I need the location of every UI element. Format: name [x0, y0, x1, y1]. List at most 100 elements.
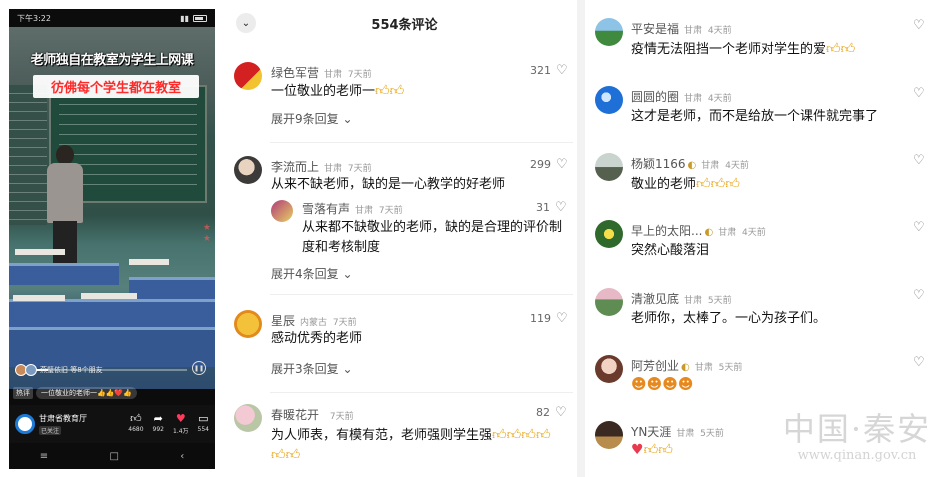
- heart-button[interactable]: ♥ 1.4万: [173, 413, 189, 436]
- comment-like[interactable]: 299 ♡: [530, 156, 568, 172]
- home-nav-icon[interactable]: □: [109, 451, 118, 462]
- commenter-avatar[interactable]: [595, 288, 623, 316]
- comment-item: 清澈见底 甘肃 5天前 ♡ 老师你，太棒了。一心为孩子们。: [595, 288, 935, 334]
- comment-like[interactable]: 119 ♡: [530, 310, 568, 326]
- commenter-name[interactable]: 圆圆的圈 甘肃 4天前: [631, 88, 732, 105]
- badge-icon: ◐: [681, 362, 690, 373]
- status-time: 下午3:22: [17, 13, 51, 23]
- commenter-avatar[interactable]: [234, 310, 262, 338]
- reply-name[interactable]: 雪落有声 甘肃 7天前: [302, 200, 403, 217]
- comment-like[interactable]: ♡: [913, 87, 925, 100]
- comment-like[interactable]: ♡: [913, 289, 925, 302]
- heart-outline-icon: ♡: [556, 156, 568, 172]
- badge-icon: ◐: [704, 227, 714, 238]
- chevron-down-icon: ⌄: [342, 267, 353, 281]
- commenter-avatar[interactable]: [234, 404, 262, 432]
- teacher-figure: [47, 145, 83, 265]
- commenter-name[interactable]: 早上的太阳... ◐ 甘肃 4天前: [631, 222, 766, 239]
- thumbs-up-emoji-icon: 👍︎: [285, 447, 301, 463]
- hot-comment-row[interactable]: 热评 一位敬业的老师一👍👍❤️👍: [13, 387, 137, 399]
- commenter-avatar[interactable]: [234, 156, 262, 184]
- commenter-avatar[interactable]: [595, 153, 623, 181]
- video-player[interactable]: 老师独自在教室为学生上网课 彷佛每个学生都在教室 ★ ★ ❚❚: [9, 27, 215, 389]
- divider: [270, 392, 573, 393]
- heart-outline-icon: ♡: [555, 199, 567, 215]
- commenter-avatar[interactable]: [595, 18, 623, 46]
- commenter-name[interactable]: 平安是福 甘肃 4天前: [631, 20, 732, 37]
- comment-text: 从来不缺老师，缺的是一心教学的好老师: [271, 177, 506, 192]
- video-watermark: ★ ★: [202, 223, 211, 244]
- comment-text: 一位敬业的老师一👍︎👍︎: [271, 83, 405, 99]
- comment-like[interactable]: ♡: [913, 154, 925, 167]
- share-button[interactable]: ➦ 992: [153, 413, 164, 435]
- thumb-up-icon: 👍︎: [130, 412, 142, 425]
- share-icon: ➦: [153, 412, 163, 425]
- commenter-avatar[interactable]: [595, 355, 623, 383]
- comment-like[interactable]: 321 ♡: [530, 62, 568, 78]
- desk: [9, 299, 215, 329]
- commenter-name[interactable]: 绿色军营 甘肃 7天前: [271, 64, 372, 81]
- divider: [270, 142, 573, 143]
- comment-like[interactable]: 82 ♡: [536, 404, 567, 420]
- reply-avatar[interactable]: [271, 200, 293, 222]
- battery-icon: [193, 14, 207, 22]
- friends-liked-row[interactable]: 燕璧依旧 等8个朋友: [15, 364, 103, 376]
- paper-stack: [13, 295, 65, 301]
- commenter-name[interactable]: 春暖花开 7天前: [271, 406, 354, 423]
- commenter-avatar[interactable]: [234, 62, 262, 90]
- heart-outline-icon: ♡: [556, 310, 568, 326]
- comment-like[interactable]: ♡: [913, 220, 925, 235]
- thumbs-up-emoji-icon: 👍︎: [643, 442, 659, 458]
- commenter-avatar[interactable]: [595, 421, 623, 449]
- chevron-down-icon: ⌄: [342, 112, 353, 126]
- comment-text-wrap: 👍︎👍︎: [271, 445, 300, 466]
- account-avatar[interactable]: [15, 414, 35, 434]
- commenter-name[interactable]: 阿芳创业 ◐ 甘肃 5天前: [631, 357, 742, 374]
- pause-icon[interactable]: ❚❚: [192, 361, 206, 375]
- comment-item: YN天涯 甘肃 5天前 ♥👍︎👍︎: [595, 421, 935, 467]
- commenter-avatar[interactable]: [595, 86, 623, 114]
- expand-replies-link[interactable]: 展开9条回复 ⌄: [271, 110, 353, 127]
- back-nav-icon[interactable]: ‹: [180, 451, 184, 462]
- video-phone-screen: 下午3:22 ▮▮ 老师独自在教室为学生上网课 彷佛每个学生都在教室 ★ ★ ❚❚…: [9, 9, 215, 469]
- friend-avatar: [25, 364, 37, 376]
- status-bar: 下午3:22 ▮▮: [9, 9, 215, 27]
- like-count: 4680: [128, 426, 144, 433]
- heart-outline-icon: ♡: [913, 355, 925, 370]
- face-emoji-icon: ☻: [677, 375, 694, 393]
- face-emoji-icon: ☻: [631, 375, 647, 393]
- comment-item: 早上的太阳... ◐ 甘肃 4天前 ♡ 突然心酸落泪: [595, 220, 935, 266]
- hot-tag: 热评: [13, 387, 33, 399]
- comment-like[interactable]: ♡: [913, 355, 925, 370]
- comment-like[interactable]: ♡: [913, 19, 925, 32]
- heart-outline-icon: ♡: [913, 220, 925, 235]
- reply-like[interactable]: 31 ♡: [536, 199, 567, 215]
- commenter-name[interactable]: 清澈见底 甘肃 5天前: [631, 290, 732, 307]
- comments-title: 554条评论: [371, 18, 438, 33]
- expand-replies-link[interactable]: 展开4条回复 ⌄: [271, 265, 353, 282]
- comment-item: 李流而上 甘肃 7天前 299 ♡ 从来不缺老师，缺的是一心教学的好老师 雪落有声甘…: [234, 156, 574, 286]
- heart-outline-icon: ♡: [556, 62, 568, 78]
- comment-text: 为人师表，有模有范，老师强则学生强👍︎👍︎👍︎👍︎: [271, 427, 551, 443]
- commenter-name[interactable]: 李流而上 甘肃 7天前: [271, 158, 372, 175]
- reply-text: 度和考核制度: [302, 240, 381, 255]
- comment-item: 阿芳创业 ◐ 甘肃 5天前 ♡ ☻☻☻☻: [595, 355, 935, 401]
- badge-icon: ◐: [687, 160, 697, 171]
- comment-button[interactable]: ▭ 554: [198, 413, 209, 435]
- account-name[interactable]: 甘肃省教育厅: [39, 413, 87, 424]
- like-button[interactable]: 👍︎ 4680: [128, 413, 143, 435]
- desk: [9, 327, 215, 367]
- heart-emoji-icon: ♥: [631, 442, 644, 458]
- follow-badge[interactable]: 已关注: [39, 426, 61, 435]
- commenter-name[interactable]: YN天涯 甘肃 5天前: [631, 423, 724, 440]
- commenter-name[interactable]: 星辰 内蒙古 7天前: [271, 312, 357, 329]
- comment-text: 疫情无法阻挡一个老师对学生的爱👍︎👍︎: [631, 41, 856, 57]
- commenter-avatar[interactable]: [595, 220, 623, 248]
- menu-nav-icon[interactable]: ≡: [40, 451, 48, 462]
- account-bar: 甘肃省教育厅 已关注 👍︎ 4680 ➦ 992 ♥ 1.4万 ▭ 554: [9, 405, 215, 443]
- heart-outline-icon: ♡: [555, 404, 567, 420]
- commenter-name[interactable]: 杨颖1166 ◐ 甘肃 4天前: [631, 155, 749, 172]
- thumbs-up-emoji-icon: 👍︎: [389, 83, 405, 99]
- expand-replies-link[interactable]: 展开3条回复 ⌄: [271, 360, 353, 377]
- comment-item: 绿色军营 甘肃 7天前 321 ♡ 一位敬业的老师一👍︎👍︎ 展开9条回复 ⌄: [234, 62, 574, 132]
